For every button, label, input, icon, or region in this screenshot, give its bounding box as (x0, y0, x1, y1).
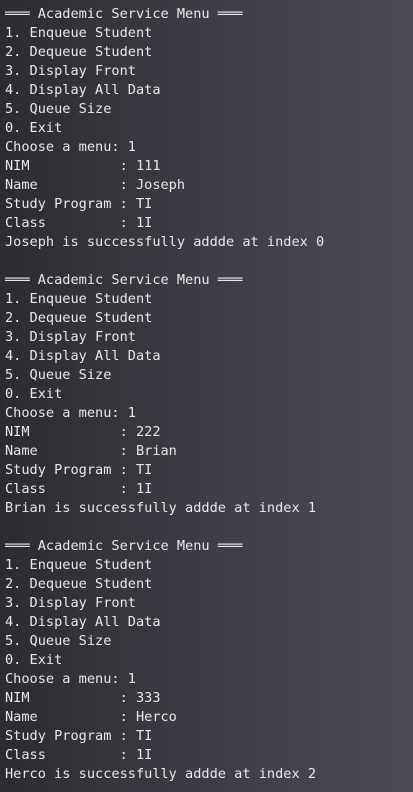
name-input-line: Name : Brian (5, 443, 177, 459)
menu-item-display-front: 3. Display Front (5, 63, 136, 79)
nim-input-line: NIM : 222 (5, 424, 161, 440)
menu-choice-prompt: Choose a menu: 1 (5, 671, 136, 687)
success-message: Brian is successfully addde at index 1 (5, 500, 316, 516)
menu-item-display-all: 4. Display All Data (5, 614, 161, 630)
menu-item-display-front: 3. Display Front (5, 329, 136, 345)
name-input-line: Name : Herco (5, 709, 177, 725)
menu-item-enqueue: 1. Enqueue Student (5, 291, 153, 307)
study-program-input-line: Study Program : TI (5, 728, 153, 744)
menu-item-enqueue: 1. Enqueue Student (5, 557, 153, 573)
menu-item-queue-size: 5. Queue Size (5, 367, 112, 383)
terminal-output: ═══ Academic Service Menu ═══ 1. Enqueue… (0, 0, 413, 792)
study-program-input-line: Study Program : TI (5, 462, 153, 478)
menu-header: ═══ Academic Service Menu ═══ (5, 6, 243, 22)
success-message: Joseph is successfully addde at index 0 (5, 234, 325, 250)
menu-item-display-front: 3. Display Front (5, 595, 136, 611)
class-input-line: Class : 1I (5, 215, 153, 231)
success-message: Herco is successfully addde at index 2 (5, 766, 316, 782)
nim-input-line: NIM : 111 (5, 158, 161, 174)
study-program-input-line: Study Program : TI (5, 196, 153, 212)
menu-choice-prompt: Choose a menu: 1 (5, 139, 136, 155)
class-input-line: Class : 1I (5, 481, 153, 497)
menu-item-dequeue: 2. Dequeue Student (5, 44, 153, 60)
menu-item-exit: 0. Exit (5, 120, 63, 136)
menu-item-queue-size: 5. Queue Size (5, 101, 112, 117)
menu-item-display-all: 4. Display All Data (5, 348, 161, 364)
menu-item-enqueue: 1. Enqueue Student (5, 25, 153, 41)
menu-item-dequeue: 2. Dequeue Student (5, 310, 153, 326)
class-input-line: Class : 1I (5, 747, 153, 763)
menu-item-dequeue: 2. Dequeue Student (5, 576, 153, 592)
menu-item-exit: 0. Exit (5, 652, 63, 668)
menu-choice-prompt: Choose a menu: 1 (5, 405, 136, 421)
menu-item-queue-size: 5. Queue Size (5, 633, 112, 649)
name-input-line: Name : Joseph (5, 177, 186, 193)
menu-header: ═══ Academic Service Menu ═══ (5, 538, 243, 554)
menu-item-exit: 0. Exit (5, 386, 63, 402)
nim-input-line: NIM : 333 (5, 690, 161, 706)
menu-item-display-all: 4. Display All Data (5, 82, 161, 98)
menu-header: ═══ Academic Service Menu ═══ (5, 272, 243, 288)
